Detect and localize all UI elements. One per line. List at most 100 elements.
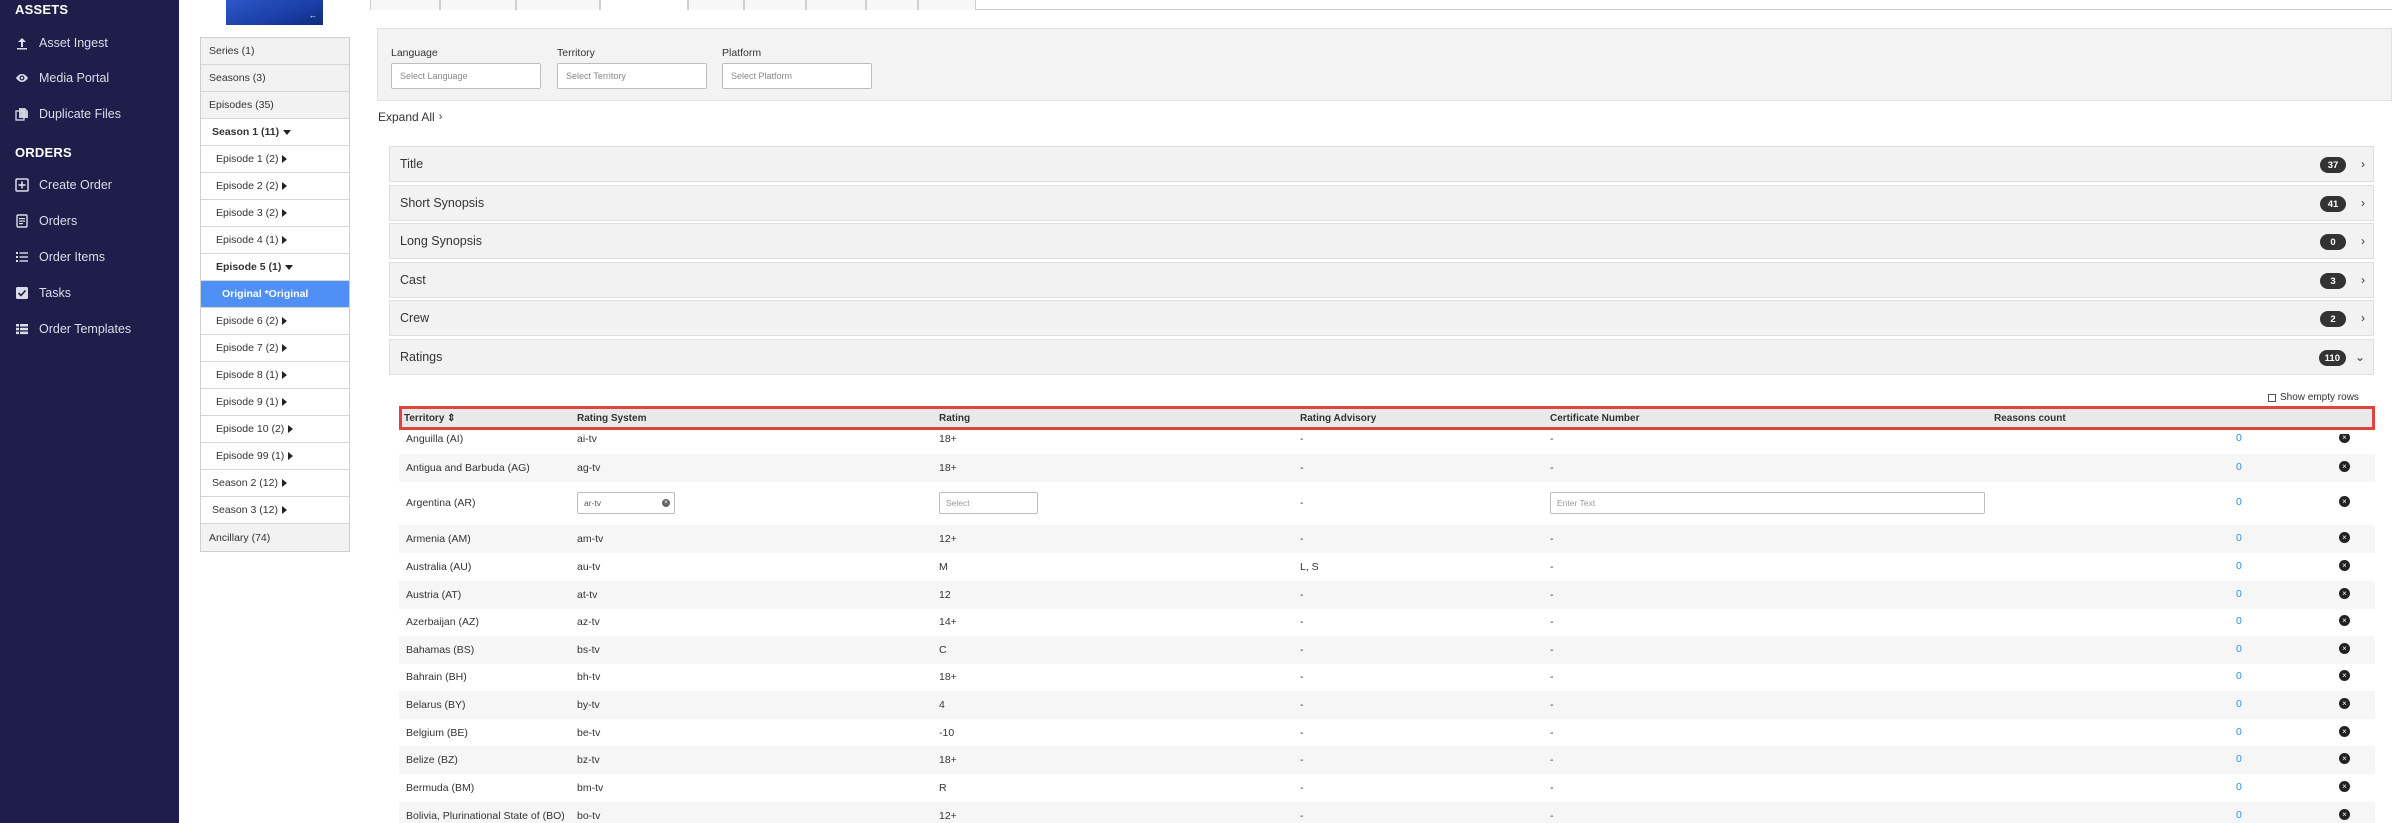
caret-right-icon[interactable] [281, 479, 287, 487]
table-row[interactable]: Bahamas (BS) bs-tv C - - 0 × [399, 636, 2375, 664]
reasons-count-link[interactable]: 0 [2236, 496, 2242, 508]
table-row[interactable]: Antigua and Barbuda (AG) ag-tv 18+ - - 0 × [399, 454, 2375, 482]
table-row[interactable]: Bermuda (BM) bm-tv R - - 0 × [399, 774, 2375, 802]
tree-item[interactable]: Episode 3 (2) [201, 200, 349, 227]
table-row[interactable]: Belgium (BE) be-tv -10 - - 0 × [399, 719, 2375, 747]
remove-row-icon[interactable]: × [2339, 560, 2350, 571]
section-cast[interactable]: Cast 3 › [389, 262, 2374, 298]
tree-item[interactable]: Ancillary (74) [201, 524, 349, 551]
remove-row-icon[interactable]: × [2339, 698, 2350, 709]
tree-item[interactable]: Episode 5 (1) [201, 254, 349, 281]
caret-right-icon[interactable] [282, 344, 288, 352]
sidebar-item-create-order[interactable]: Create Order [0, 171, 179, 199]
tree-item[interactable]: Season 3 (12) [201, 497, 349, 524]
asset-thumbnail[interactable]: ← [226, 0, 323, 25]
remove-row-icon[interactable]: × [2339, 615, 2350, 626]
chevron-icon[interactable]: › [2361, 273, 2365, 287]
caret-right-icon[interactable] [282, 236, 288, 244]
reasons-count-link[interactable]: 0 [2236, 461, 2242, 473]
reasons-count-link[interactable]: 0 [2236, 781, 2242, 793]
sidebar-item-orders[interactable]: Orders [0, 207, 179, 235]
tree-item[interactable]: Seasons (3) [201, 65, 349, 92]
platform-select[interactable]: Select Platform [722, 63, 872, 89]
table-row[interactable]: Armenia (AM) am-tv 12+ - - 0 × [399, 525, 2375, 553]
tree-item[interactable]: Episode 4 (1) [201, 227, 349, 254]
column-header-territory[interactable]: Territory ⇕ [404, 413, 456, 424]
tab[interactable] [806, 0, 866, 10]
reasons-count-link[interactable]: 0 [2236, 753, 2242, 765]
tab[interactable] [918, 0, 976, 10]
caret-right-icon[interactable] [282, 398, 288, 406]
section-ratings[interactable]: Ratings 110 ⌄ [389, 339, 2374, 375]
tab[interactable] [440, 0, 516, 10]
table-row[interactable]: Bolivia, Plurinational State of (BO) bo-t… [399, 802, 2375, 823]
reasons-count-link[interactable]: 0 [2236, 434, 2242, 444]
tab[interactable] [370, 0, 440, 10]
table-row[interactable]: Argentina (AR) ar-tv × Select - Enter Text 0 × [399, 484, 2375, 522]
reasons-count-link[interactable]: 0 [2236, 726, 2242, 738]
reasons-count-link[interactable]: 0 [2236, 698, 2242, 710]
remove-row-icon[interactable]: × [2339, 753, 2350, 764]
caret-right-icon[interactable] [288, 452, 294, 460]
sidebar-item-order-items[interactable]: Order Items [0, 243, 179, 271]
remove-row-icon[interactable]: × [2339, 496, 2350, 507]
reasons-count-link[interactable]: 0 [2236, 809, 2242, 821]
reasons-count-link[interactable]: 0 [2236, 588, 2242, 600]
tree-item[interactable]: Episode 10 (2) [201, 416, 349, 443]
remove-row-icon[interactable]: × [2339, 670, 2350, 681]
reasons-count-link[interactable]: 0 [2236, 670, 2242, 682]
sidebar-item-asset-ingest[interactable]: Asset Ingest [0, 29, 179, 57]
chevron-icon[interactable]: › [2361, 234, 2365, 248]
tree-item[interactable]: Season 2 (12) [201, 470, 349, 497]
caret-right-icon[interactable] [282, 209, 288, 217]
caret-right-icon[interactable] [282, 182, 288, 190]
sidebar-item-order-templates[interactable]: Order Templates [0, 315, 179, 343]
remove-row-icon[interactable]: × [2339, 643, 2350, 654]
caret-right-icon[interactable] [281, 506, 287, 514]
caret-right-icon[interactable] [282, 371, 288, 379]
checkbox[interactable] [2268, 393, 2276, 402]
remove-row-icon[interactable]: × [2339, 809, 2350, 820]
tree-item[interactable]: Episode 9 (1) [201, 389, 349, 416]
table-row[interactable]: Bahrain (BH) bh-tv 18+ - - 0 × [399, 663, 2375, 691]
reasons-count-link[interactable]: 0 [2236, 615, 2242, 627]
chevron-icon[interactable]: ⌄ [2355, 350, 2365, 364]
remove-row-icon[interactable]: × [2339, 434, 2350, 443]
caret-right-icon[interactable] [288, 425, 294, 433]
tab[interactable] [688, 0, 744, 10]
remove-row-icon[interactable]: × [2339, 726, 2350, 737]
table-row[interactable]: Australia (AU) au-tv M L, S - 0 × [399, 553, 2375, 581]
chevron-icon[interactable]: › [2361, 311, 2365, 325]
chevron-icon[interactable]: › [2361, 157, 2365, 171]
certificate-number-input[interactable]: Enter Text [1550, 492, 1985, 514]
clear-icon[interactable]: × [662, 499, 670, 507]
tab[interactable] [516, 0, 600, 10]
territory-select[interactable]: Select Territory [557, 63, 707, 89]
section-crew[interactable]: Crew 2 › [389, 300, 2374, 336]
tab[interactable] [744, 0, 806, 10]
sidebar-item-media-portal[interactable]: Media Portal [0, 64, 179, 92]
tree-item[interactable]: Episode 7 (2) [201, 335, 349, 362]
rating-system-input[interactable]: ar-tv × [577, 492, 675, 514]
remove-row-icon[interactable]: × [2339, 461, 2350, 472]
reasons-count-link[interactable]: 0 [2236, 532, 2242, 544]
caret-down-icon[interactable] [283, 129, 292, 135]
remove-row-icon[interactable]: × [2339, 532, 2350, 543]
caret-down-icon[interactable] [285, 264, 294, 270]
table-row[interactable]: Belize (BZ) bz-tv 18+ - - 0 × [399, 746, 2375, 774]
tree-item[interactable]: Original *Original [201, 281, 349, 308]
caret-right-icon[interactable] [282, 317, 288, 325]
tree-item[interactable]: Episode 2 (2) [201, 173, 349, 200]
section-long-synopsis[interactable]: Long Synopsis 0 › [389, 223, 2374, 259]
remove-row-icon[interactable]: × [2339, 781, 2350, 792]
tab-active[interactable] [600, 0, 688, 10]
tree-item[interactable]: Episode 8 (1) [201, 362, 349, 389]
tab[interactable] [866, 0, 918, 10]
section-title[interactable]: Title 37 › [389, 146, 2374, 182]
sidebar-item-duplicate-files[interactable]: Duplicate Files [0, 100, 179, 128]
reasons-count-link[interactable]: 0 [2236, 560, 2242, 572]
tree-item[interactable]: Episode 6 (2) [201, 308, 349, 335]
language-select[interactable]: Select Language [391, 63, 541, 89]
table-row[interactable]: Azerbaijan (AZ) az-tv 14+ - - 0 × [399, 608, 2375, 636]
expand-all-button[interactable]: Expand All › [378, 110, 442, 124]
